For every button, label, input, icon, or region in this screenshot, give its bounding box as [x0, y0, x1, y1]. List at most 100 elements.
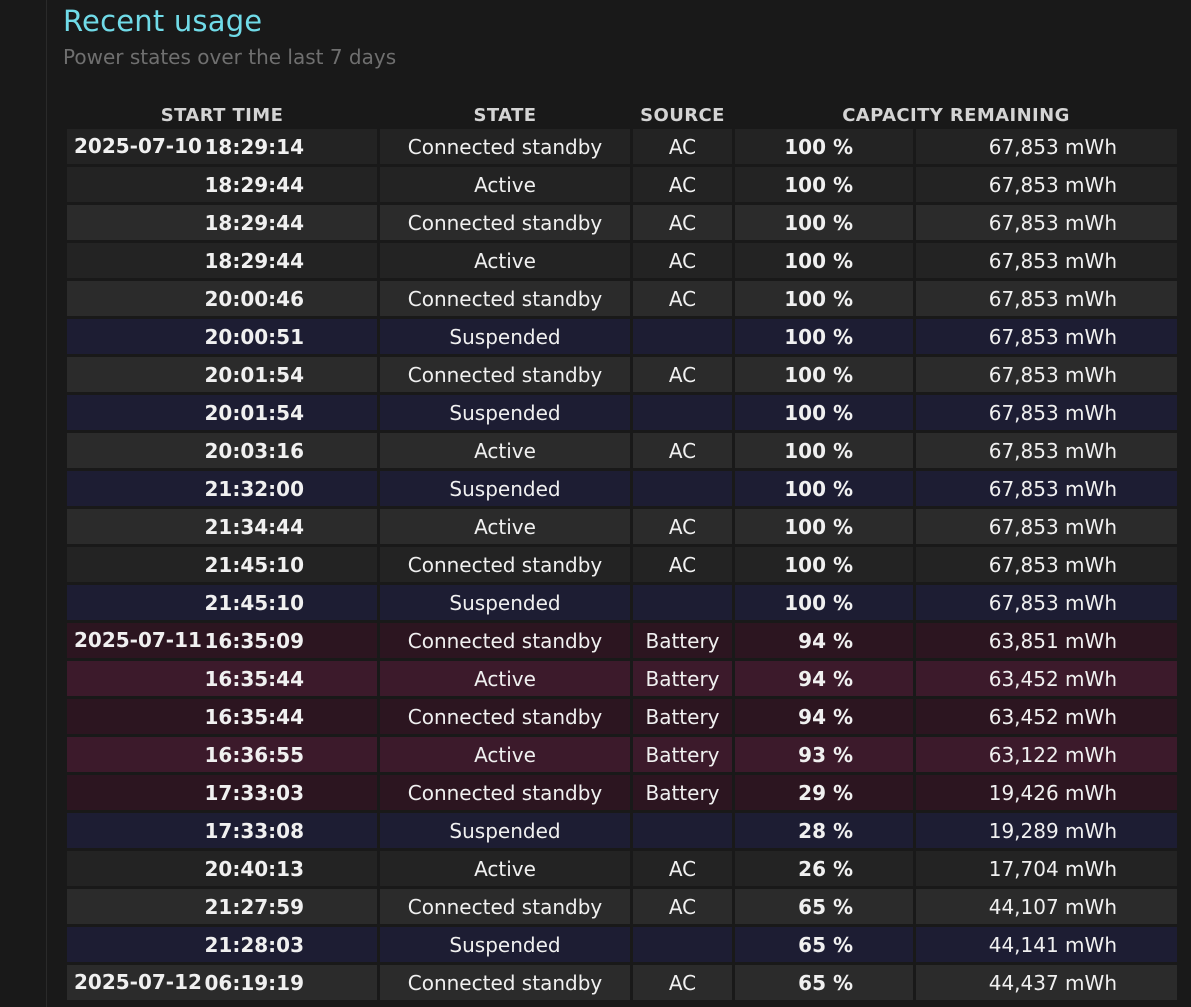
table-row: 21:28:03 Suspended 65 % 44,141 mWh	[67, 927, 1177, 962]
capacity-mwh-cell: 67,853 mWh	[916, 319, 1177, 354]
source-cell: Battery	[633, 775, 732, 810]
start-time-cell: 21:27:59	[67, 889, 377, 924]
row-time: 21:32:00	[204, 476, 305, 501]
table-row: 21:34:44 Active AC 100 % 67,853 mWh	[67, 509, 1177, 544]
capacity-mwh-cell: 67,853 mWh	[916, 547, 1177, 582]
capacity-mwh-cell: 63,452 mWh	[916, 661, 1177, 696]
table-row: 18:29:44 Connected standby AC 100 % 67,8…	[67, 205, 1177, 240]
capacity-mwh-cell: 67,853 mWh	[916, 205, 1177, 240]
capacity-mwh-cell: 67,853 mWh	[916, 471, 1177, 506]
start-time-cell: 20:01:54	[67, 395, 377, 430]
header-row: START TIME STATE SOURCE CAPACITY REMAINI…	[67, 100, 1177, 126]
capacity-mwh-cell: 67,853 mWh	[916, 129, 1177, 164]
source-cell: AC	[633, 889, 732, 924]
source-cell: AC	[633, 509, 732, 544]
table-row: 2025-07-10 18:29:14 Connected standby AC …	[67, 129, 1177, 164]
capacity-percent-cell: 94 %	[735, 661, 913, 696]
start-time-cell: 2025-07-12 06:19:19	[67, 965, 377, 1000]
capacity-mwh-cell: 63,452 mWh	[916, 699, 1177, 734]
table-row: 21:32:00 Suspended 100 % 67,853 mWh	[67, 471, 1177, 506]
table-row: 18:29:44 Active AC 100 % 67,853 mWh	[67, 167, 1177, 202]
start-time-cell: 16:35:44	[67, 661, 377, 696]
capacity-mwh-cell: 67,853 mWh	[916, 433, 1177, 468]
recent-usage-table: START TIME STATE SOURCE CAPACITY REMAINI…	[64, 97, 1180, 1003]
table-row: 20:01:54 Connected standby AC 100 % 67,8…	[67, 357, 1177, 392]
state-cell: Connected standby	[380, 547, 630, 582]
start-time-cell: 21:45:10	[67, 585, 377, 620]
state-cell: Connected standby	[380, 357, 630, 392]
row-time: 20:00:51	[204, 324, 305, 349]
start-time-cell: 2025-07-11 16:35:09	[67, 623, 377, 658]
capacity-mwh-cell: 67,853 mWh	[916, 585, 1177, 620]
source-cell: Battery	[633, 737, 732, 772]
capacity-mwh-cell: 67,853 mWh	[916, 243, 1177, 278]
capacity-percent-cell: 100 %	[735, 243, 913, 278]
capacity-percent-cell: 100 %	[735, 167, 913, 202]
row-time: 17:33:03	[204, 780, 305, 805]
source-cell	[633, 585, 732, 620]
capacity-percent-cell: 100 %	[735, 205, 913, 240]
row-time: 21:27:59	[204, 894, 305, 919]
row-time: 16:36:55	[204, 742, 305, 767]
capacity-percent-cell: 65 %	[735, 889, 913, 924]
table-row: 17:33:03 Connected standby Battery 29 % …	[67, 775, 1177, 810]
row-time: 06:19:19	[204, 970, 305, 995]
source-cell: Battery	[633, 623, 732, 658]
table-row: 20:01:54 Suspended 100 % 67,853 mWh	[67, 395, 1177, 430]
capacity-mwh-cell: 44,141 mWh	[916, 927, 1177, 962]
table-body: 2025-07-10 18:29:14 Connected standby AC …	[67, 129, 1177, 1000]
left-margin-divider	[46, 0, 47, 1007]
capacity-percent-cell: 100 %	[735, 471, 913, 506]
state-cell: Suspended	[380, 585, 630, 620]
start-time-cell: 21:32:00	[67, 471, 377, 506]
capacity-percent-cell: 100 %	[735, 547, 913, 582]
capacity-percent-cell: 28 %	[735, 813, 913, 848]
start-time-cell: 16:36:55	[67, 737, 377, 772]
row-time: 20:01:54	[204, 400, 305, 425]
source-cell	[633, 395, 732, 430]
row-time: 20:03:16	[204, 438, 305, 463]
row-time: 21:45:10	[204, 552, 305, 577]
state-cell: Active	[380, 167, 630, 202]
capacity-mwh-cell: 67,853 mWh	[916, 357, 1177, 392]
source-cell: AC	[633, 129, 732, 164]
source-cell: Battery	[633, 699, 732, 734]
capacity-mwh-cell: 63,122 mWh	[916, 737, 1177, 772]
start-time-cell: 20:03:16	[67, 433, 377, 468]
capacity-mwh-cell: 19,289 mWh	[916, 813, 1177, 848]
capacity-mwh-cell: 44,437 mWh	[916, 965, 1177, 1000]
state-cell: Connected standby	[380, 699, 630, 734]
row-time: 20:40:13	[204, 856, 305, 881]
row-time: 21:34:44	[204, 514, 305, 539]
capacity-percent-cell: 100 %	[735, 585, 913, 620]
state-cell: Active	[380, 509, 630, 544]
header-start-time: START TIME	[160, 105, 284, 126]
table-row: 21:27:59 Connected standby AC 65 % 44,10…	[67, 889, 1177, 924]
state-cell: Connected standby	[380, 129, 630, 164]
start-time-cell: 20:00:46	[67, 281, 377, 316]
start-time-cell: 20:40:13	[67, 851, 377, 886]
state-cell: Suspended	[380, 471, 630, 506]
source-cell: AC	[633, 281, 732, 316]
row-date: 2025-07-11	[74, 628, 202, 652]
start-time-cell: 21:45:10	[67, 547, 377, 582]
start-time-cell: 18:29:44	[67, 243, 377, 278]
start-time-cell: 16:35:44	[67, 699, 377, 734]
table-row: 18:29:44 Active AC 100 % 67,853 mWh	[67, 243, 1177, 278]
state-cell: Suspended	[380, 395, 630, 430]
capacity-percent-cell: 100 %	[735, 281, 913, 316]
state-cell: Connected standby	[380, 965, 630, 1000]
table-row: 17:33:08 Suspended 28 % 19,289 mWh	[67, 813, 1177, 848]
start-time-cell: 17:33:08	[67, 813, 377, 848]
table-row: 20:00:46 Connected standby AC 100 % 67,8…	[67, 281, 1177, 316]
capacity-percent-cell: 29 %	[735, 775, 913, 810]
capacity-percent-cell: 100 %	[735, 319, 913, 354]
state-cell: Active	[380, 737, 630, 772]
source-cell: AC	[633, 243, 732, 278]
page-title: Recent usage	[63, 4, 263, 38]
capacity-percent-cell: 65 %	[735, 927, 913, 962]
row-date: 2025-07-10	[74, 134, 202, 158]
row-time: 18:29:44	[204, 210, 305, 235]
capacity-mwh-cell: 67,853 mWh	[916, 167, 1177, 202]
table-row: 20:00:51 Suspended 100 % 67,853 mWh	[67, 319, 1177, 354]
